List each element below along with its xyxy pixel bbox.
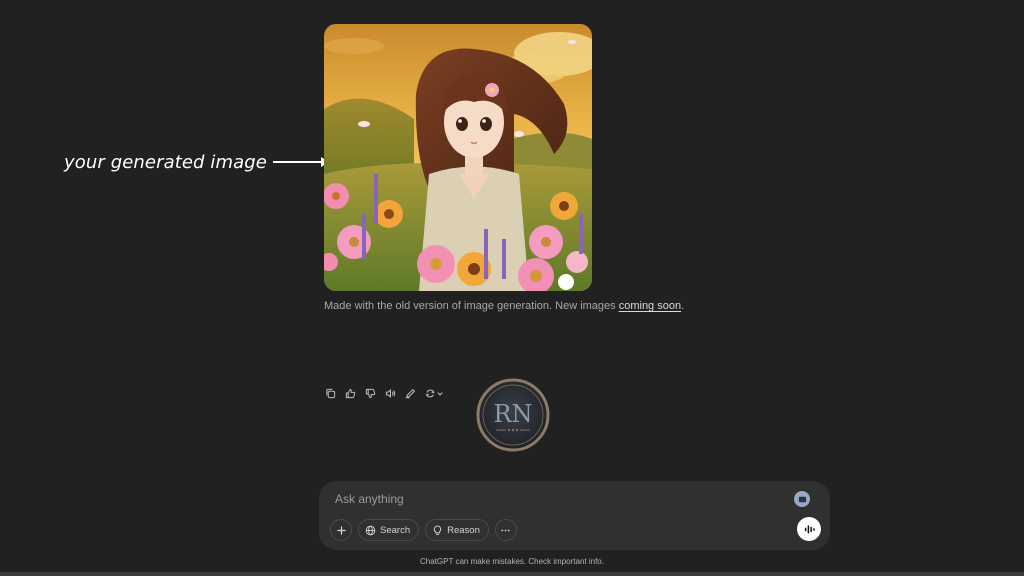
caption-end: . xyxy=(681,300,685,312)
voice-mode-button[interactable] xyxy=(797,517,821,541)
edit-image-button[interactable] xyxy=(402,385,419,402)
ellipsis-icon xyxy=(501,529,510,531)
thumbs-down-button[interactable] xyxy=(362,385,379,402)
bottom-bar xyxy=(0,572,1024,576)
lightbulb-icon xyxy=(433,525,442,535)
more-tools-button[interactable] xyxy=(494,519,517,541)
search-button[interactable]: Search xyxy=(358,519,420,541)
image-caption: Made with the old version of image gener… xyxy=(324,300,684,312)
arrow-right-icon xyxy=(272,157,329,167)
refresh-icon xyxy=(425,389,443,398)
plus-icon xyxy=(336,525,346,535)
add-button[interactable] xyxy=(330,519,352,541)
waveform-icon xyxy=(804,524,815,534)
generated-image[interactable] xyxy=(324,24,592,291)
caption-text: Made with the old version of image gener… xyxy=(324,300,619,312)
pen-icon xyxy=(405,389,415,399)
message-actions xyxy=(322,385,448,402)
copy-icon xyxy=(326,388,336,399)
reason-button[interactable]: Reason xyxy=(425,519,489,541)
chat-page: your generated image Made with the old v… xyxy=(0,0,1024,576)
read-aloud-button[interactable] xyxy=(382,385,399,402)
composer-tools: Search Reason xyxy=(330,519,517,541)
thumbs-down-icon xyxy=(365,388,376,399)
search-button-label: Search xyxy=(380,524,411,536)
watermark-letters: RN xyxy=(493,400,532,428)
regenerate-button[interactable] xyxy=(422,385,448,402)
attachment-thumbnail-icon[interactable] xyxy=(794,491,810,507)
copy-button[interactable] xyxy=(322,385,339,402)
coming-soon-link[interactable]: coming soon xyxy=(619,300,681,312)
watermark-logo: RN xyxy=(476,378,550,452)
thumbs-up-icon xyxy=(345,388,356,399)
composer: Search Reason xyxy=(319,481,830,550)
globe-icon xyxy=(365,525,376,535)
disclaimer: ChatGPT can make mistakes. Check importa… xyxy=(420,557,604,566)
speaker-icon xyxy=(385,389,396,398)
thumbs-up-button[interactable] xyxy=(342,385,359,402)
annotation: your generated image xyxy=(64,150,329,174)
reason-button-label: Reason xyxy=(447,524,480,536)
prompt-input[interactable] xyxy=(335,490,775,508)
annotation-text: your generated image xyxy=(64,151,267,173)
